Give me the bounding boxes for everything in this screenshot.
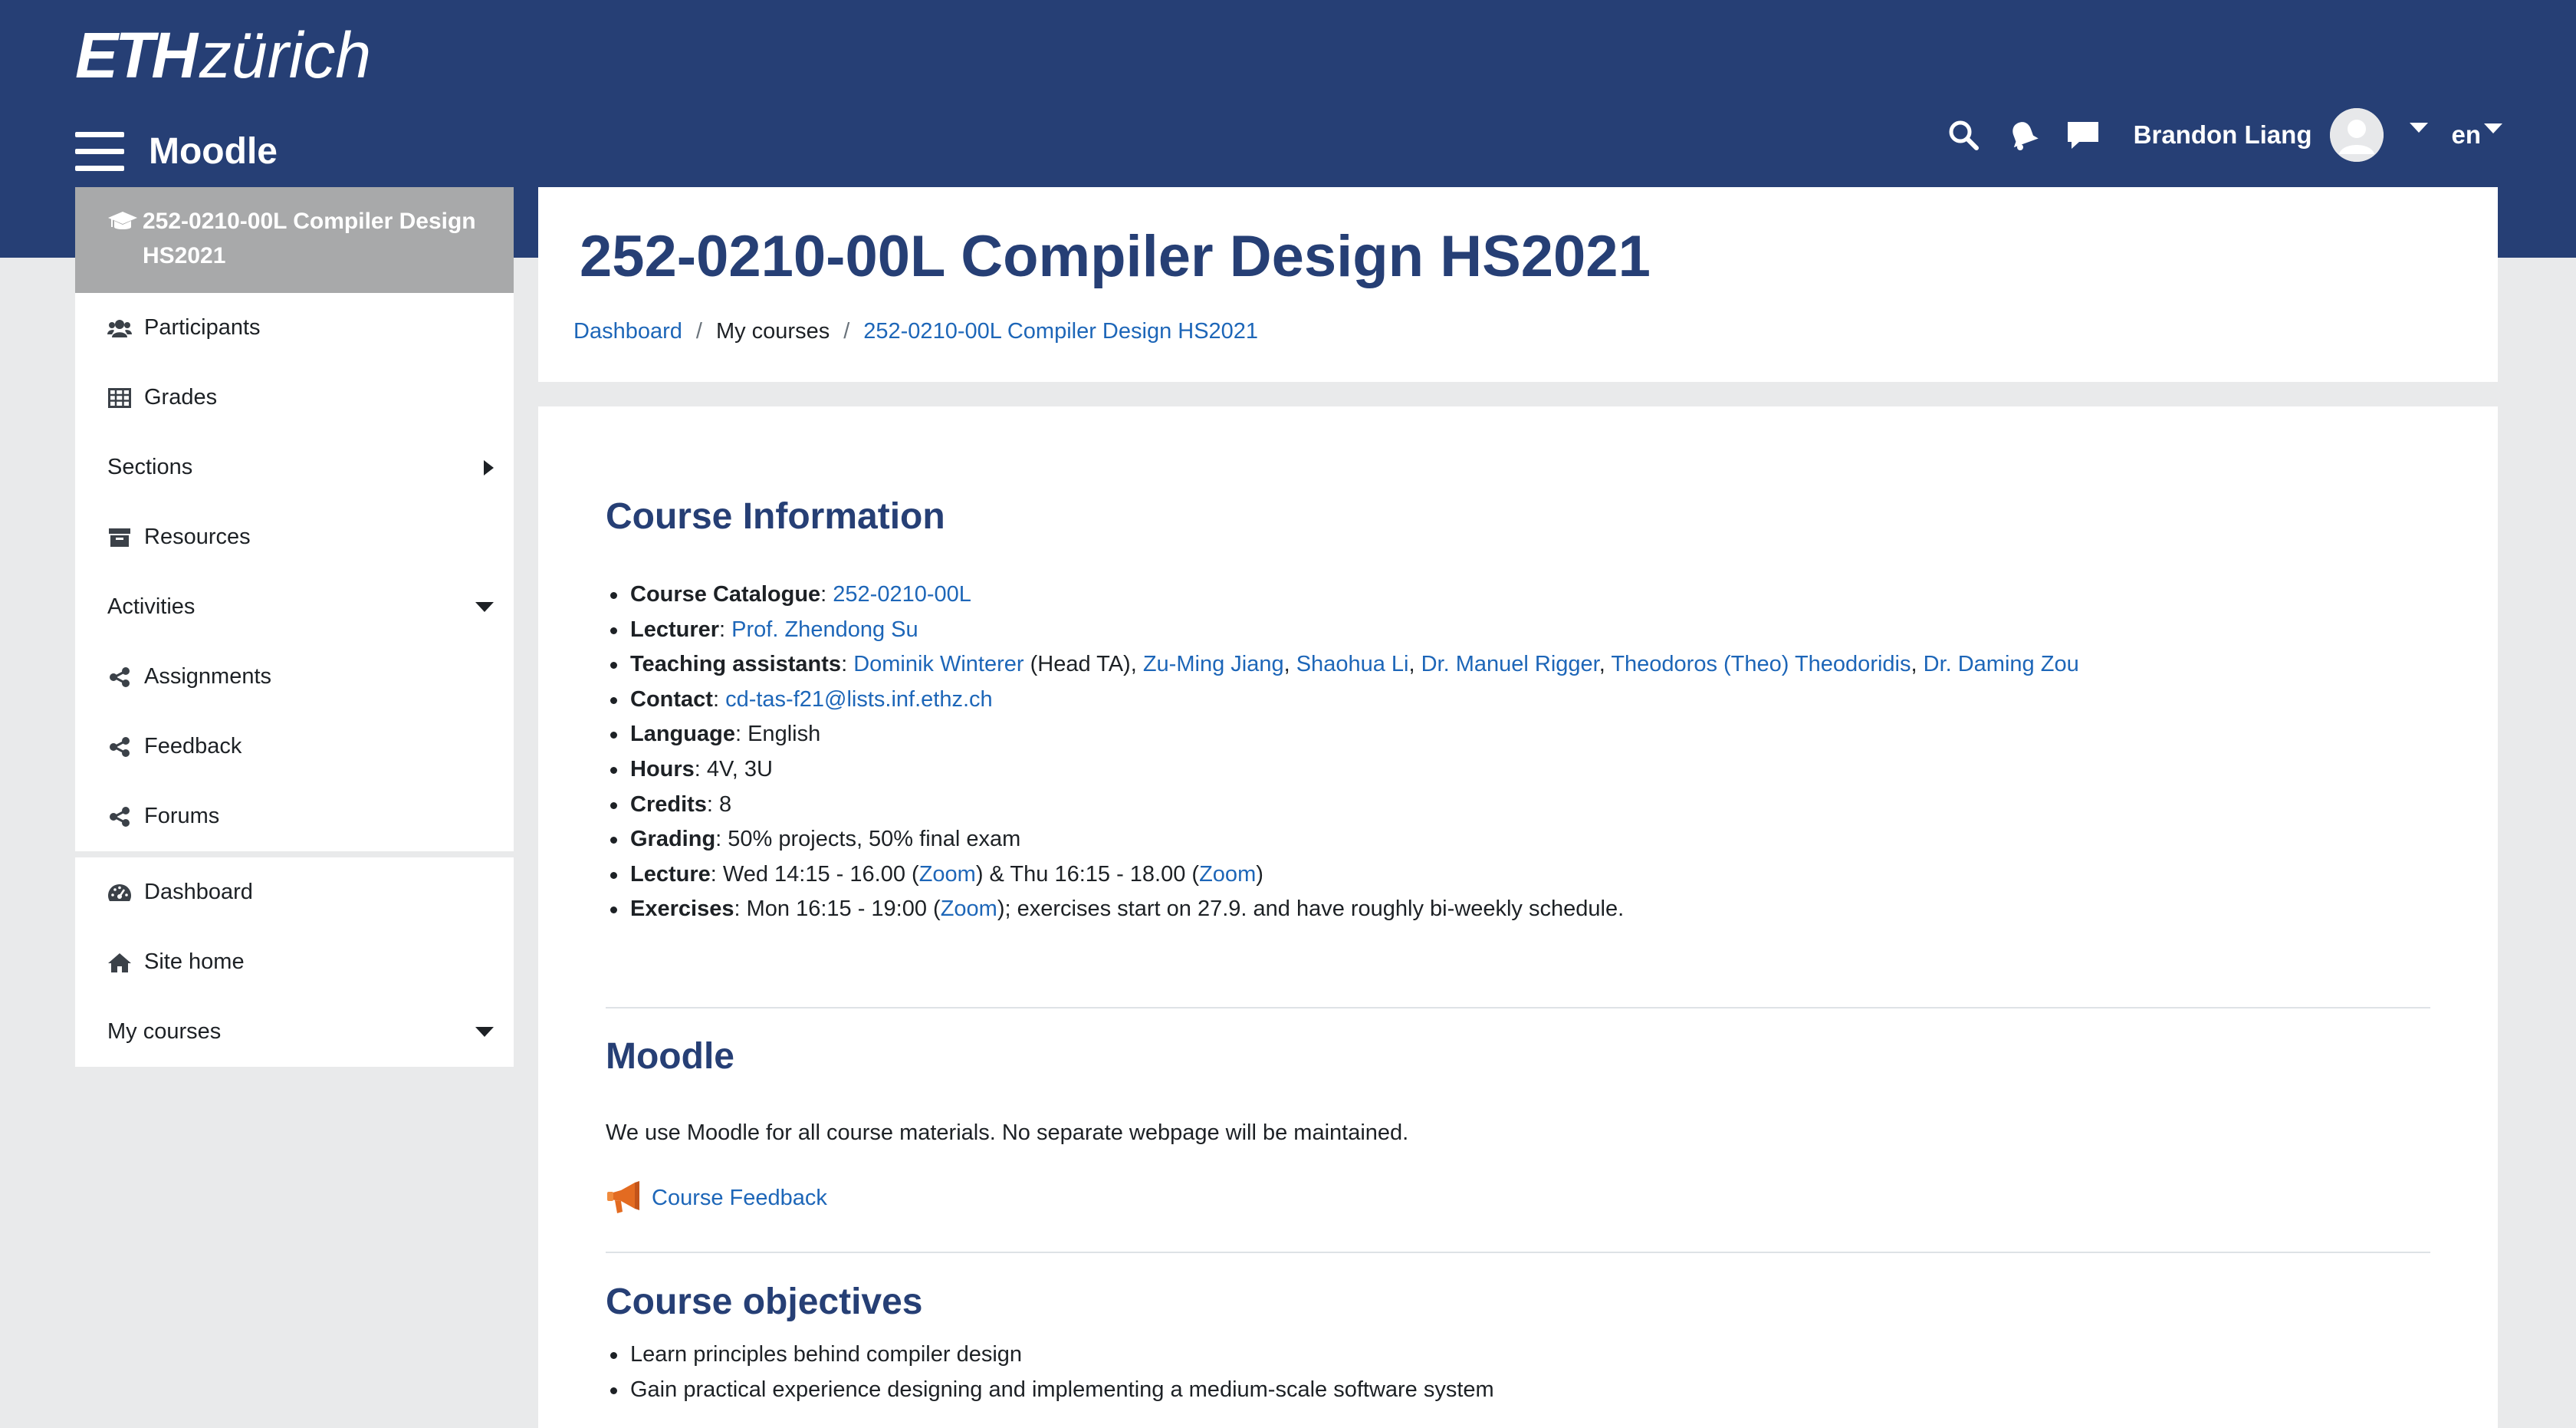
sidebar-item-my-courses[interactable]: My courses: [75, 997, 514, 1067]
sidebar-item-site-home[interactable]: Site home: [75, 927, 514, 997]
sidebar-course-link[interactable]: 252-0210-00L Compiler Design HS2021: [75, 187, 514, 293]
table-icon: [107, 386, 132, 410]
share-icon: [107, 804, 132, 829]
language-selector[interactable]: en: [2451, 120, 2502, 150]
sidebar-item-assignments[interactable]: Assignments: [75, 642, 514, 712]
list-item: Grading: 50% projects, 50% final exam: [606, 822, 2079, 857]
list-item: Gain practical experience designing and …: [606, 1373, 1494, 1408]
sidebar-item-resources[interactable]: Resources: [75, 502, 514, 572]
home-icon: [107, 950, 132, 975]
breadcrumb-dashboard[interactable]: Dashboard: [573, 319, 682, 344]
section-divider: [606, 1007, 2430, 1008]
ta-link[interactable]: Shaohua Li: [1296, 652, 1409, 676]
course-objectives-heading: Course objectives: [606, 1282, 923, 1322]
lecturer-link[interactable]: Prof. Zhendong Su: [731, 617, 918, 642]
course-nav-group: Participants Grades Sections Resources A…: [75, 293, 514, 851]
notification-bell-icon[interactable]: [2005, 117, 2042, 153]
course-content: Course Information Course Catalogue: 252…: [538, 406, 2498, 1428]
list-item: Learn principles behind compiler design: [606, 1338, 1494, 1373]
sidebar-item-activities[interactable]: Activities: [75, 572, 514, 642]
course-information-list: Course Catalogue: 252-0210-00L Lecturer:…: [606, 577, 2079, 927]
ta-link[interactable]: Zu-Ming Jiang: [1143, 652, 1284, 676]
list-item: Lecturer: Prof. Zhendong Su: [606, 613, 2079, 648]
nav-drawer: 252-0210-00L Compiler Design HS2021 Part…: [75, 187, 514, 1067]
messages-icon[interactable]: [2065, 117, 2101, 153]
site-nav-group: Dashboard Site home My courses: [75, 857, 514, 1067]
list-item: Hours: 4V, 3U: [606, 752, 2079, 788]
ta-link[interactable]: Theodoros (Theo) Theodoridis: [1611, 652, 1911, 676]
list-item: Teaching assistants: Dominik Winterer (H…: [606, 647, 2079, 683]
zoom-link[interactable]: Zoom: [1199, 862, 1256, 887]
user-name[interactable]: Brandon Liang: [2134, 120, 2312, 150]
user-menu-chevron-down-icon[interactable]: [2410, 122, 2429, 133]
user-nav: Brandon Liang en: [1922, 106, 2502, 164]
sidebar-item-participants[interactable]: Participants: [75, 293, 514, 363]
list-item: Exercises: Mon 16:15 - 19:00 (Zoom); exe…: [606, 892, 2079, 927]
list-item: Contact: cd-tas-f21@lists.inf.ethz.ch: [606, 683, 2079, 718]
ta-link[interactable]: Dr. Daming Zou: [1924, 652, 2079, 676]
eth-zurich-logo[interactable]: ETH zürich: [75, 23, 371, 87]
list-item: Credits: 8: [606, 788, 2079, 823]
zoom-link[interactable]: Zoom: [941, 897, 997, 921]
chevron-right-icon: [484, 459, 494, 475]
sidebar-item-sections[interactable]: Sections: [75, 433, 514, 502]
sidebar-item-feedback[interactable]: Feedback: [75, 712, 514, 781]
catalogue-link[interactable]: 252-0210-00L: [833, 582, 971, 607]
sidebar-item-forums[interactable]: Forums: [75, 781, 514, 851]
breadcrumb: Dashboard / My courses / 252-0210-00L Co…: [573, 319, 1259, 344]
site-name[interactable]: Moodle: [149, 129, 278, 175]
chevron-down-icon: [475, 602, 494, 612]
course-information-heading: Course Information: [606, 496, 945, 537]
list-item: Lecture: Wed 14:15 - 16.00 (Zoom) & Thu …: [606, 857, 2079, 893]
share-icon: [107, 665, 132, 689]
chevron-down-icon: [2484, 123, 2502, 133]
users-icon: [107, 316, 132, 341]
menu-toggle-icon[interactable]: [75, 130, 124, 173]
list-item: Course Catalogue: 252-0210-00L: [606, 577, 2079, 613]
archive-icon: [107, 525, 132, 550]
course-objectives-list: Learn principles behind compiler design …: [606, 1338, 1494, 1407]
sidebar-course-title: 252-0210-00L Compiler Design HS2021: [143, 209, 476, 268]
sidebar-item-dashboard[interactable]: Dashboard: [75, 857, 514, 927]
search-icon[interactable]: [1945, 117, 1982, 153]
megaphone-icon: [607, 1181, 639, 1213]
user-avatar[interactable]: [2330, 108, 2384, 162]
moodle-heading: Moodle: [606, 1036, 734, 1077]
breadcrumb-my-courses: My courses: [715, 319, 830, 344]
zoom-link[interactable]: Zoom: [919, 862, 976, 887]
ta-link[interactable]: Dominik Winterer: [853, 652, 1024, 676]
contact-email-link[interactable]: cd-tas-f21@lists.inf.ethz.ch: [725, 687, 993, 712]
ta-link[interactable]: Dr. Manuel Rigger: [1421, 652, 1599, 676]
list-item: Language: English: [606, 717, 2079, 752]
page-title: 252-0210-00L Compiler Design HS2021: [580, 224, 1651, 289]
breadcrumb-course[interactable]: 252-0210-00L Compiler Design HS2021: [863, 319, 1258, 344]
chevron-down-icon: [475, 1027, 494, 1037]
page-header: 252-0210-00L Compiler Design HS2021 Dash…: [538, 187, 2498, 382]
share-icon: [107, 735, 132, 759]
section-divider: [606, 1252, 2430, 1253]
course-feedback-link[interactable]: Course Feedback: [606, 1178, 827, 1218]
dashboard-icon: [107, 880, 132, 905]
graduation-cap-icon: [108, 212, 137, 229]
moodle-description: We use Moodle for all course materials. …: [606, 1120, 1409, 1145]
sidebar-item-grades[interactable]: Grades: [75, 363, 514, 433]
